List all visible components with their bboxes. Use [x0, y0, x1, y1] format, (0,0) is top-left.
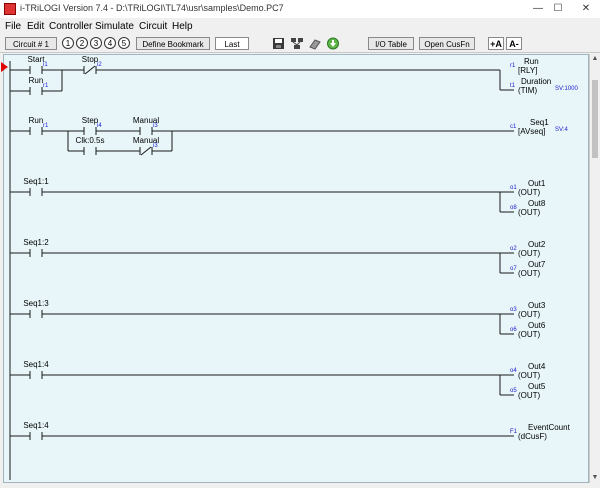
coil-address: F1 — [510, 429, 518, 435]
title-bar: i-TRiLOGI Version 7.4 - D:\TRiLOGI\TL74\… — [0, 0, 600, 19]
bookmark-3-button[interactable]: 3 — [90, 37, 102, 49]
contact-label: Start — [27, 55, 45, 64]
coil-type: (OUT) — [518, 188, 541, 197]
coil-label: Out3 — [528, 301, 546, 310]
save-icon[interactable] — [272, 37, 286, 50]
bookmark-4-button[interactable]: 4 — [104, 37, 116, 49]
coil-type: [AVseq] — [518, 127, 546, 136]
coil-address: o5 — [510, 388, 517, 394]
coil-label: Duration — [521, 77, 552, 86]
bookmark-5-button[interactable]: 5 — [118, 37, 130, 49]
contact-label: Seq1:4 — [23, 360, 49, 369]
coil-type: [RLY] — [518, 66, 538, 75]
coil-type: (TIM) — [518, 86, 538, 95]
coil-label: Out2 — [528, 240, 546, 249]
coil-type: (OUT) — [518, 208, 541, 217]
coil-address: r1 — [510, 63, 516, 69]
menu-edit[interactable]: Edit — [27, 21, 44, 32]
menu-file[interactable]: File — [5, 21, 21, 32]
scroll-up-icon[interactable]: ▲ — [590, 54, 600, 64]
coil-label: Out8 — [528, 199, 546, 208]
contact-address: i1 — [43, 62, 48, 68]
menu-bar: File Edit Controller Simulate Circuit He… — [0, 18, 600, 35]
coil-label: Out5 — [528, 382, 546, 391]
contact-address: r1 — [43, 83, 49, 89]
coil-label: Out7 — [528, 260, 546, 269]
coil-address: o6 — [510, 327, 517, 333]
contact-label: Seq1:1 — [23, 177, 49, 186]
contact-label: Step — [81, 116, 99, 125]
current-circuit-arrow-icon — [1, 62, 8, 72]
scroll-thumb[interactable] — [592, 80, 598, 158]
contact-address: i3 — [153, 123, 158, 129]
eraser-icon[interactable] — [308, 37, 322, 50]
bookmark-1-button[interactable]: 1 — [62, 37, 74, 49]
coil-address: o7 — [510, 266, 517, 272]
last-button[interactable]: Last — [215, 37, 249, 50]
menu-simulate[interactable]: Simulate — [95, 21, 134, 32]
coil-type: (OUT) — [518, 310, 541, 319]
coil-address: o8 — [510, 205, 517, 211]
contact-label: Seq1:2 — [23, 238, 49, 247]
coil-type: (dCusF) — [518, 432, 547, 441]
coil-address: o3 — [510, 307, 517, 313]
coil-setvalue: SV:1000 — [555, 86, 578, 92]
scroll-down-icon[interactable]: ▼ — [590, 473, 600, 483]
coil-type: (OUT) — [518, 330, 541, 339]
coil-type: (OUT) — [518, 391, 541, 400]
contact-label: Run — [28, 76, 44, 85]
menu-help[interactable]: Help — [172, 21, 193, 32]
close-button[interactable]: ✕ — [568, 0, 600, 18]
contact-nc-slash — [84, 65, 96, 75]
contact-label: Clk:0.5s — [75, 136, 105, 145]
contact-label: Stop — [81, 55, 99, 64]
open-cusfn-button[interactable]: Open CusFn — [419, 37, 475, 50]
font-increase-button[interactable]: +A — [488, 37, 504, 50]
app-logo-icon — [4, 3, 16, 15]
ladder-diagram-canvas[interactable]: Start i1 Stop i2 Run r1 Run r1 [RLY] Duration t1 (T… — [3, 54, 589, 483]
bookmark-2-button[interactable]: 2 — [76, 37, 88, 49]
coil-address: o2 — [510, 246, 517, 252]
coil-setvalue: SV:4 — [555, 127, 568, 133]
coil-type: (OUT) — [518, 249, 541, 258]
coil-label: EventCount — [528, 423, 570, 432]
coil-type: (OUT) — [518, 371, 541, 380]
define-bookmark-button[interactable]: Define Bookmark — [136, 37, 210, 50]
window-title: i-TRiLOGI Version 7.4 - D:\TRiLOGI\TL74\… — [20, 3, 284, 13]
vertical-scrollbar[interactable]: ▲ ▼ — [589, 54, 600, 483]
contact-nc-slash — [140, 146, 152, 156]
contact-address: r1 — [43, 123, 49, 129]
coil-label: Run — [524, 57, 539, 66]
coil-label: Out4 — [528, 362, 546, 371]
contact-address: i4 — [97, 123, 102, 129]
coil-address: c1 — [510, 124, 517, 130]
menu-circuit[interactable]: Circuit — [139, 21, 167, 32]
contact-label: Run — [28, 116, 44, 125]
contact-address: i3 — [153, 143, 158, 149]
contact-address: i2 — [97, 62, 102, 68]
coil-label: Out6 — [528, 321, 546, 330]
io-table-button[interactable]: I/O Table — [368, 37, 414, 50]
coil-label: Seq1 — [530, 118, 549, 127]
coil-address: o4 — [510, 368, 517, 374]
coil-type: (OUT) — [518, 269, 541, 278]
coil-address: t1 — [510, 83, 516, 89]
circuit-number-button[interactable]: Circuit # 1 — [5, 37, 57, 50]
download-icon[interactable] — [326, 37, 340, 50]
menu-controller[interactable]: Controller — [49, 21, 92, 32]
coil-address: o1 — [510, 185, 517, 191]
coil-label: Out1 — [528, 179, 546, 188]
contact-label: Seq1:3 — [23, 299, 49, 308]
font-decrease-button[interactable]: A- — [506, 37, 522, 50]
network-icon[interactable] — [290, 37, 304, 50]
contact-label: Seq1:4 — [23, 421, 49, 430]
toolbar: Circuit # 1 1 2 3 4 5 Define Bookmark La… — [0, 35, 600, 53]
